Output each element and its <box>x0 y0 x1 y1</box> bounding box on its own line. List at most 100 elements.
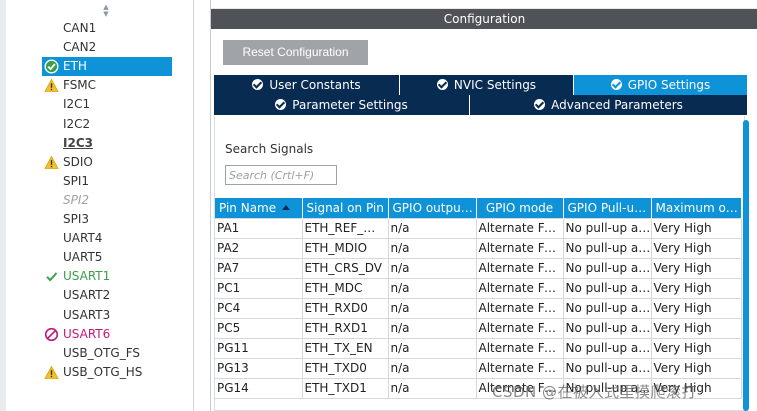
sidebar-item-label: UART5 <box>63 250 103 265</box>
column-header-signal-on-pin[interactable]: Signal on Pin <box>302 198 389 218</box>
table-row[interactable]: PC1 ETH_MDC n/a Alternate Fu… No pull-up a… V… <box>215 278 742 299</box>
cell-gpio-mode: Alternate Fu… <box>476 318 564 339</box>
sidebar-item-uart5[interactable]: UART5 <box>42 248 172 267</box>
cell-gpio-mode: Alternate Fu… <box>476 278 564 299</box>
tab-user-constants[interactable]: User Constants <box>214 75 400 95</box>
cell-pin-name: PG14 <box>215 378 303 399</box>
sidebar-item-usart3[interactable]: USART3 <box>42 306 172 325</box>
sidebar-item-uart4[interactable]: UART4 <box>42 229 172 248</box>
cell-pin-name: PG11 <box>215 338 303 359</box>
sidebar-item-label: USB_OTG_HS <box>63 364 143 379</box>
sidebar-item-spi2[interactable]: SPI2 <box>42 191 172 210</box>
cell-signal-on-pin: ETH_MDC <box>302 278 389 299</box>
cell-gpio-output: n/a <box>388 338 477 359</box>
tab-advanced-parameters[interactable]: Advanced Parameters <box>470 95 748 115</box>
cell-maximum-output: Very High <box>651 338 742 359</box>
cell-signal-on-pin: ETH_REF_… <box>302 217 389 239</box>
cell-signal-on-pin: ETH_MDIO <box>302 238 389 259</box>
sidebar-item-i2c2[interactable]: I2C2 <box>42 115 172 134</box>
reset-configuration-button[interactable]: Reset Configuration <box>223 40 368 65</box>
cell-gpio-mode: Alternate Fu… <box>476 258 564 279</box>
sidebar-item-label: I2C3 <box>63 135 93 150</box>
cell-gpio-pull: No pull-up a… <box>563 358 652 379</box>
cell-signal-on-pin: ETH_TXD0 <box>302 358 389 379</box>
sidebar-item-sdio[interactable]: SDIO <box>42 153 172 172</box>
check-circle-icon <box>275 99 287 110</box>
cell-pin-name: PC4 <box>215 298 303 319</box>
cell-gpio-output: n/a <box>388 298 477 319</box>
cell-maximum-output: Very High <box>651 278 742 299</box>
sidebar-item-i2c3[interactable]: I2C3 <box>42 134 172 153</box>
sidebar-item-label: USART2 <box>63 288 111 303</box>
table-row[interactable]: PG11 ETH_TX_EN n/a Alternate Fu… No pull-up … <box>215 338 742 359</box>
sidebar-item-usart6[interactable]: USART6 <box>42 325 172 344</box>
sidebar-item-label: SPI3 <box>63 212 90 226</box>
check-circle-icon <box>610 79 622 90</box>
sidebar-item-usb_otg_hs[interactable]: USB_OTG_HS <box>42 363 172 382</box>
search-signals-input[interactable] <box>225 165 337 185</box>
cell-gpio-mode: Alternate Fu… <box>476 298 564 319</box>
gpio-signals-table: Pin Name Signal on Pin GPIO output… GPIO… <box>215 198 742 399</box>
tab-gpio-settings[interactable]: GPIO Settings <box>574 75 748 95</box>
table-row[interactable]: PA1 ETH_REF_… n/a Alternate Fu… No pull-up a… <box>215 217 742 239</box>
cell-pin-name: PA7 <box>215 258 303 279</box>
sidebar-item-eth[interactable]: ETH <box>42 57 172 77</box>
sidebar-item-can1[interactable]: CAN1 <box>42 19 172 38</box>
sidebar-item-usb_otg_fs[interactable]: USB_OTG_FS <box>42 344 172 363</box>
cell-gpio-pull: No pull-up a… <box>563 278 652 299</box>
sidebar-item-can2[interactable]: CAN2 <box>42 38 172 57</box>
check-circle-icon <box>534 99 546 110</box>
warning-triangle-icon <box>44 155 59 170</box>
column-header-pin-name[interactable]: Pin Name <box>215 198 303 218</box>
sidebar-item-spi3[interactable]: SPI3 <box>42 210 172 229</box>
cell-maximum-output: Very High <box>651 258 742 279</box>
tab-label: Advanced Parameters <box>551 98 683 112</box>
table-row[interactable]: PC4 ETH_RXD0 n/a Alternate Fu… No pull-up a…… <box>215 298 742 319</box>
sidebar-item-label: FSMC <box>63 78 97 93</box>
configuration-panel: Configuration Reset Configuration User C… <box>210 0 757 411</box>
sidebar-item-usart1[interactable]: USART1 <box>42 267 172 286</box>
column-header-gpio-pull[interactable]: GPIO Pull-u… <box>563 198 652 218</box>
column-header-label: Pin Name <box>219 200 277 215</box>
cell-gpio-mode: Alternate Fu… <box>476 238 564 259</box>
table-row[interactable]: PG13 ETH_TXD0 n/a Alternate Fu… No pull-up a… <box>215 358 742 379</box>
sort-ascending-icon <box>282 204 291 210</box>
search-signals-title: Search Signals <box>225 142 314 156</box>
sort-arrows-icon[interactable]: ▲ ▼ <box>101 4 111 18</box>
cell-maximum-output: Very High <box>651 358 742 379</box>
sidebar-item-fsmc[interactable]: FSMC <box>42 76 172 95</box>
tab-parameter-settings[interactable]: Parameter Settings <box>214 95 470 115</box>
cell-signal-on-pin: ETH_RXD0 <box>302 298 389 319</box>
sidebar-item-label: USART3 <box>63 307 111 322</box>
top-strip <box>211 0 757 9</box>
table-row[interactable]: PA2 ETH_MDIO n/a Alternate Fu… No pull-up a…… <box>215 238 742 259</box>
no-entry-icon <box>44 327 59 342</box>
sidebar-item-spi1[interactable]: SPI1 <box>42 172 172 191</box>
cell-gpio-output: n/a <box>388 258 477 279</box>
column-header-gpio-output[interactable]: GPIO output… <box>388 198 477 218</box>
sidebar-item-usart2[interactable]: USART2 <box>42 286 172 305</box>
cell-gpio-output: n/a <box>388 278 477 299</box>
sidebar-scroll-track[interactable] <box>0 0 6 411</box>
column-header-gpio-mode[interactable]: GPIO mode <box>476 198 564 218</box>
watermark-text: CSDN @在被入式里摸爬滚打 <box>492 383 698 401</box>
table-row[interactable]: PA7 ETH_CRS_DV n/a Alternate Fu… No pull-up … <box>215 258 742 279</box>
cell-gpio-output: n/a <box>388 358 477 379</box>
cell-signal-on-pin: ETH_TXD1 <box>302 378 389 399</box>
cell-gpio-output: n/a <box>388 378 477 399</box>
sidebar-item-label: USB_OTG_FS <box>63 345 141 360</box>
cell-gpio-pull: No pull-up a… <box>563 318 652 339</box>
warning-triangle-icon <box>44 365 59 380</box>
tab-nvic-settings[interactable]: NVIC Settings <box>400 75 574 95</box>
sidebar-item-label: SPI1 <box>63 173 90 188</box>
vertical-scrollbar[interactable] <box>743 120 749 411</box>
table-row[interactable]: PC5 ETH_RXD1 n/a Alternate Fu… No pull-up a…… <box>215 318 742 339</box>
cell-gpio-pull: No pull-up a… <box>563 217 652 239</box>
sidebar-item-label: UART4 <box>63 231 103 246</box>
warning-triangle-icon <box>44 78 59 93</box>
column-header-maximum-output[interactable]: Maximum o… <box>651 198 742 218</box>
sidebar-item-i2c1[interactable]: I2C1 <box>42 95 172 114</box>
cell-maximum-output: Very High <box>651 238 742 259</box>
check-icon <box>44 269 59 284</box>
cell-pin-name: PG13 <box>215 358 303 379</box>
